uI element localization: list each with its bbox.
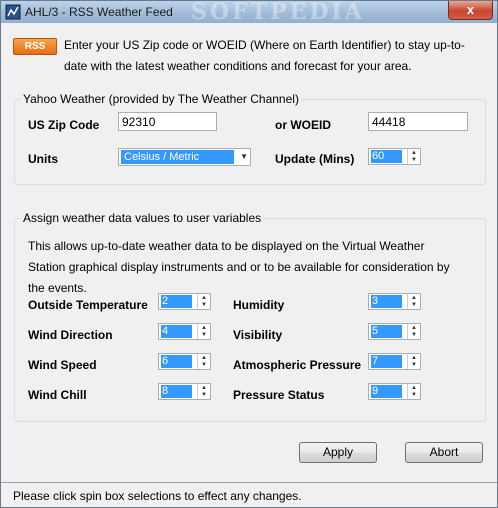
humidity-label: Humidity <box>233 298 285 312</box>
zip-code-input[interactable] <box>118 112 217 131</box>
atmospheric-pressure-spinbox[interactable]: 7 ▲ ▼ <box>368 353 421 370</box>
spin-buttons[interactable]: ▲ ▼ <box>407 324 420 339</box>
units-label: Units <box>28 152 58 166</box>
spinbox-value: 2 <box>161 295 192 308</box>
app-icon <box>5 4 21 20</box>
spin-buttons[interactable]: ▲ ▼ <box>197 354 210 369</box>
update-mins-value: 60 <box>371 150 402 163</box>
wind-speed-label: Wind Speed <box>28 358 97 372</box>
spin-up-icon[interactable]: ▲ <box>201 385 207 391</box>
window-title: AHL/3 - RSS Weather Feed <box>25 5 173 19</box>
status-text: Please click spin box selections to effe… <box>13 489 302 503</box>
wind-chill-spinbox[interactable]: 8 ▲ ▼ <box>158 383 211 400</box>
spin-up-icon[interactable]: ▲ <box>201 325 207 331</box>
units-dropdown[interactable]: Celsius / Metric ▼ <box>118 148 251 166</box>
spinbox-value: 8 <box>161 385 192 398</box>
spinbox-value: 5 <box>371 325 402 338</box>
atmospheric-pressure-label: Atmospheric Pressure <box>233 358 362 372</box>
update-mins-spinbox[interactable]: 60 ▲ ▼ <box>368 148 421 165</box>
pressure-status-label: Pressure Status <box>233 388 325 402</box>
spin-down-icon[interactable]: ▼ <box>201 362 207 368</box>
spinbox-value: 3 <box>371 295 402 308</box>
spinbox-value: 4 <box>161 325 192 338</box>
outside-temperature-label: Outside Temperature <box>28 298 148 312</box>
rss-icon: RSS <box>13 38 57 55</box>
wind-speed-spinbox[interactable]: 6 ▲ ▼ <box>158 353 211 370</box>
spin-up-icon[interactable]: ▲ <box>411 325 417 331</box>
spin-down-icon[interactable]: ▼ <box>411 332 417 338</box>
spin-up-icon[interactable]: ▲ <box>201 295 207 301</box>
pressure-status-spinbox[interactable]: 9 ▲ ▼ <box>368 383 421 400</box>
wind-direction-label: Wind Direction <box>28 328 113 342</box>
spin-up-icon[interactable]: ▲ <box>411 295 417 301</box>
spin-up-icon[interactable]: ▲ <box>411 355 417 361</box>
update-mins-label: Update (Mins) <box>275 152 355 166</box>
spin-buttons[interactable]: ▲ ▼ <box>197 384 210 399</box>
spin-buttons[interactable]: ▲ ▼ <box>407 384 420 399</box>
woeid-input[interactable] <box>368 112 468 131</box>
zip-code-label: US Zip Code <box>28 118 100 132</box>
spin-down-icon[interactable]: ▼ <box>411 362 417 368</box>
apply-button[interactable]: Apply <box>299 442 377 463</box>
spin-down-icon[interactable]: ▼ <box>201 332 207 338</box>
units-selected-value: Celsius / Metric <box>121 150 234 164</box>
chevron-down-icon: ▼ <box>240 152 248 161</box>
spin-buttons[interactable]: ▲ ▼ <box>407 354 420 369</box>
rss-weather-feed-window: AHL/3 - RSS Weather Feed SOFTPEDIA x RSS… <box>0 0 498 508</box>
abort-button[interactable]: Abort <box>405 442 483 463</box>
spin-down-icon[interactable]: ▼ <box>411 392 417 398</box>
spin-buttons[interactable]: ▲ ▼ <box>197 324 210 339</box>
humidity-spinbox[interactable]: 3 ▲ ▼ <box>368 293 421 310</box>
spinbox-value: 7 <box>371 355 402 368</box>
status-bar: Please click spin box selections to effe… <box>1 482 497 507</box>
spin-buttons[interactable]: ▲ ▼ <box>407 149 420 164</box>
outside-temperature-spinbox[interactable]: 2 ▲ ▼ <box>158 293 211 310</box>
spinbox-value: 6 <box>161 355 192 368</box>
title-bar[interactable]: AHL/3 - RSS Weather Feed SOFTPEDIA x <box>1 0 497 25</box>
wind-direction-spinbox[interactable]: 4 ▲ ▼ <box>158 323 211 340</box>
softpedia-watermark: SOFTPEDIA <box>191 0 365 25</box>
visibility-spinbox[interactable]: 5 ▲ ▼ <box>368 323 421 340</box>
visibility-label: Visibility <box>233 328 283 342</box>
woeid-label: or WOEID <box>275 118 331 132</box>
assign-variables-group-title: Assign weather data values to user varia… <box>21 211 264 225</box>
close-button[interactable]: x <box>448 1 493 20</box>
spin-buttons[interactable]: ▲ ▼ <box>197 294 210 309</box>
spin-buttons[interactable]: ▲ ▼ <box>407 294 420 309</box>
intro-text: Enter your US Zip code or WOEID (Where o… <box>64 38 465 73</box>
assign-description: This allows up-to-date weather data to b… <box>28 239 450 295</box>
spin-down-icon[interactable]: ▼ <box>201 392 207 398</box>
spin-down-icon[interactable]: ▼ <box>411 302 417 308</box>
yahoo-weather-group-title: Yahoo Weather (provided by The Weather C… <box>21 92 301 106</box>
spin-up-icon[interactable]: ▲ <box>411 150 417 156</box>
spin-down-icon[interactable]: ▼ <box>201 302 207 308</box>
wind-chill-label: Wind Chill <box>28 388 87 402</box>
spin-up-icon[interactable]: ▲ <box>411 385 417 391</box>
spin-up-icon[interactable]: ▲ <box>201 355 207 361</box>
spin-down-icon[interactable]: ▼ <box>411 157 417 163</box>
spinbox-value: 9 <box>371 385 402 398</box>
